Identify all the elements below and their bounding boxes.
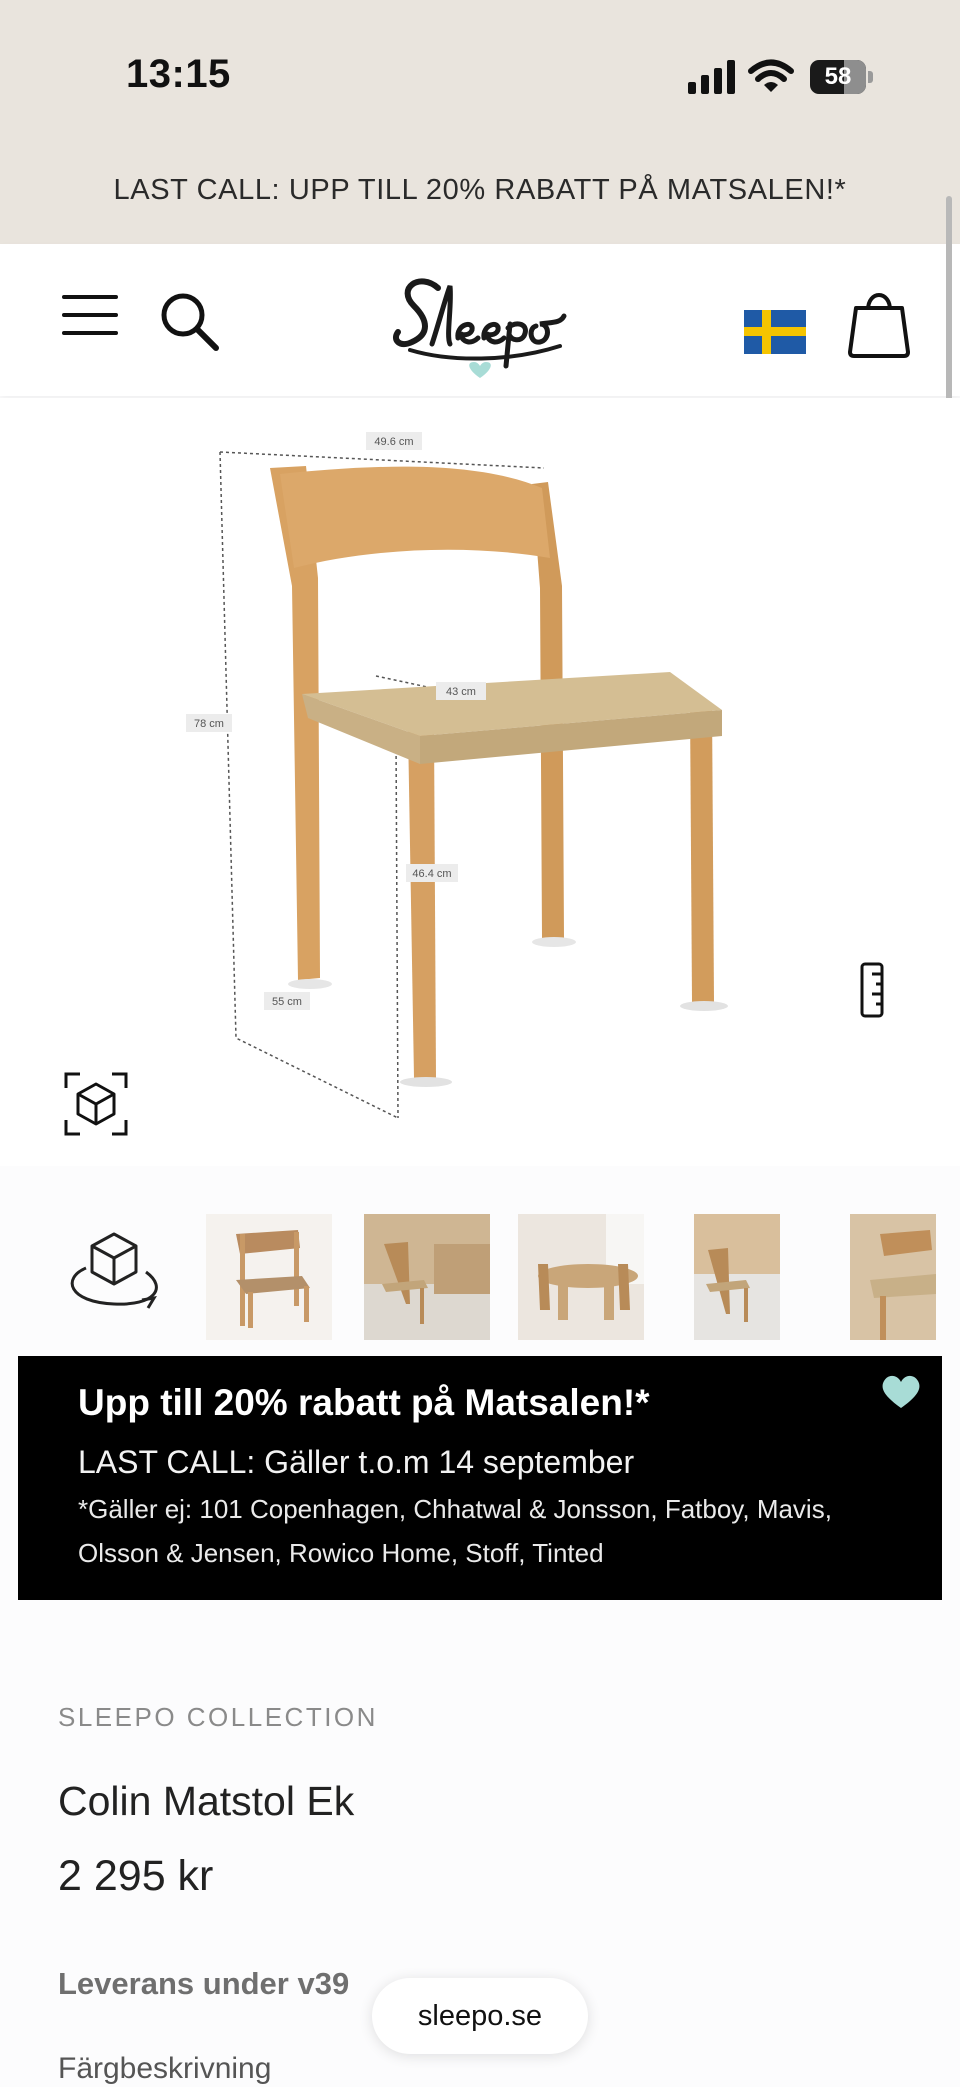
battery-level: 58 (824, 63, 852, 90)
logo-heart-icon (469, 362, 491, 378)
status-time: 13:15 (126, 52, 231, 96)
thumbnail-2[interactable] (364, 1214, 490, 1340)
thumbnail-dining-room-image (518, 1214, 644, 1340)
thumbnail-5[interactable] (850, 1214, 936, 1340)
thumbnail-3[interactable] (518, 1214, 644, 1340)
cellular-signal-icon (688, 60, 735, 94)
browser-url-pill[interactable]: sleepo.se (372, 1978, 588, 2054)
campaign-subtitle: LAST CALL: Gäller t.o.m 14 september (78, 1444, 635, 1480)
ar-cube-icon[interactable] (60, 1068, 132, 1140)
product-image-gallery[interactable]: 49.6 cm 78 cm 43 cm 46.4 cm 55 cm (0, 398, 960, 1166)
thumbnail-4[interactable] (694, 1214, 780, 1340)
campaign-exclusions-line-1: *Gäller ej: 101 Copenhagen, Chhatwal & J… (78, 1494, 832, 1524)
dimension-height-label: 78 cm (194, 718, 224, 730)
wifi-icon (748, 59, 794, 92)
thumbnail-strip (0, 1200, 960, 1344)
favorite-heart-icon[interactable] (880, 1372, 922, 1410)
dimension-seat-depth-label: 43 cm (446, 686, 476, 698)
sleepo-logo[interactable] (390, 266, 570, 384)
shopping-bag-icon[interactable] (846, 286, 912, 358)
campaign-title: Upp till 20% rabatt på Matsalen!* (78, 1382, 650, 1423)
color-description-label: Färgbeskrivning (58, 2052, 272, 2085)
rotate-3d-cube-icon[interactable] (62, 1228, 166, 1320)
dimension-width-label: 49.6 cm (374, 436, 413, 448)
product-brand[interactable]: SLEEPO COLLECTION (58, 1702, 378, 1733)
campaign-banner[interactable]: Upp till 20% rabatt på Matsalen!* LAST C… (18, 1356, 942, 1600)
thumbnail-kitchen-image (694, 1214, 780, 1340)
top-band: 13:15 58 LAST CALL: UPP TILL 20% RABATT … (0, 0, 960, 244)
site-header (0, 244, 960, 396)
thumbnail-chair-closeup-image (850, 1214, 936, 1340)
product-image-chair: 49.6 cm 78 cm 43 cm 46.4 cm 55 cm (186, 432, 728, 1118)
campaign-exclusions-line-2: Olsson & Jensen, Rowico Home, Stoff, Tin… (78, 1538, 604, 1568)
battery-icon: 58 (810, 60, 866, 94)
product-title: Colin Matstol Ek (58, 1778, 355, 1824)
dimension-seat-height-label: 46.4 cm (412, 868, 451, 880)
sweden-flag-icon[interactable] (744, 310, 806, 354)
dimension-depth-label: 55 cm (272, 996, 302, 1008)
thumbnail-1[interactable] (206, 1214, 332, 1340)
ruler-icon[interactable] (858, 962, 886, 1018)
hamburger-menu-icon[interactable] (62, 292, 118, 338)
thumbnail-chair-image (236, 1230, 310, 1328)
product-price: 2 295 kr (58, 1852, 214, 1900)
delivery-info: Leverans under v39 (58, 1966, 350, 2001)
promo-banner-text[interactable]: LAST CALL: UPP TILL 20% RABATT PÅ MATSAL… (0, 174, 960, 207)
thumbnail-room-image (364, 1214, 490, 1340)
battery-indicator: 58 (810, 60, 874, 94)
search-icon[interactable] (158, 290, 220, 352)
